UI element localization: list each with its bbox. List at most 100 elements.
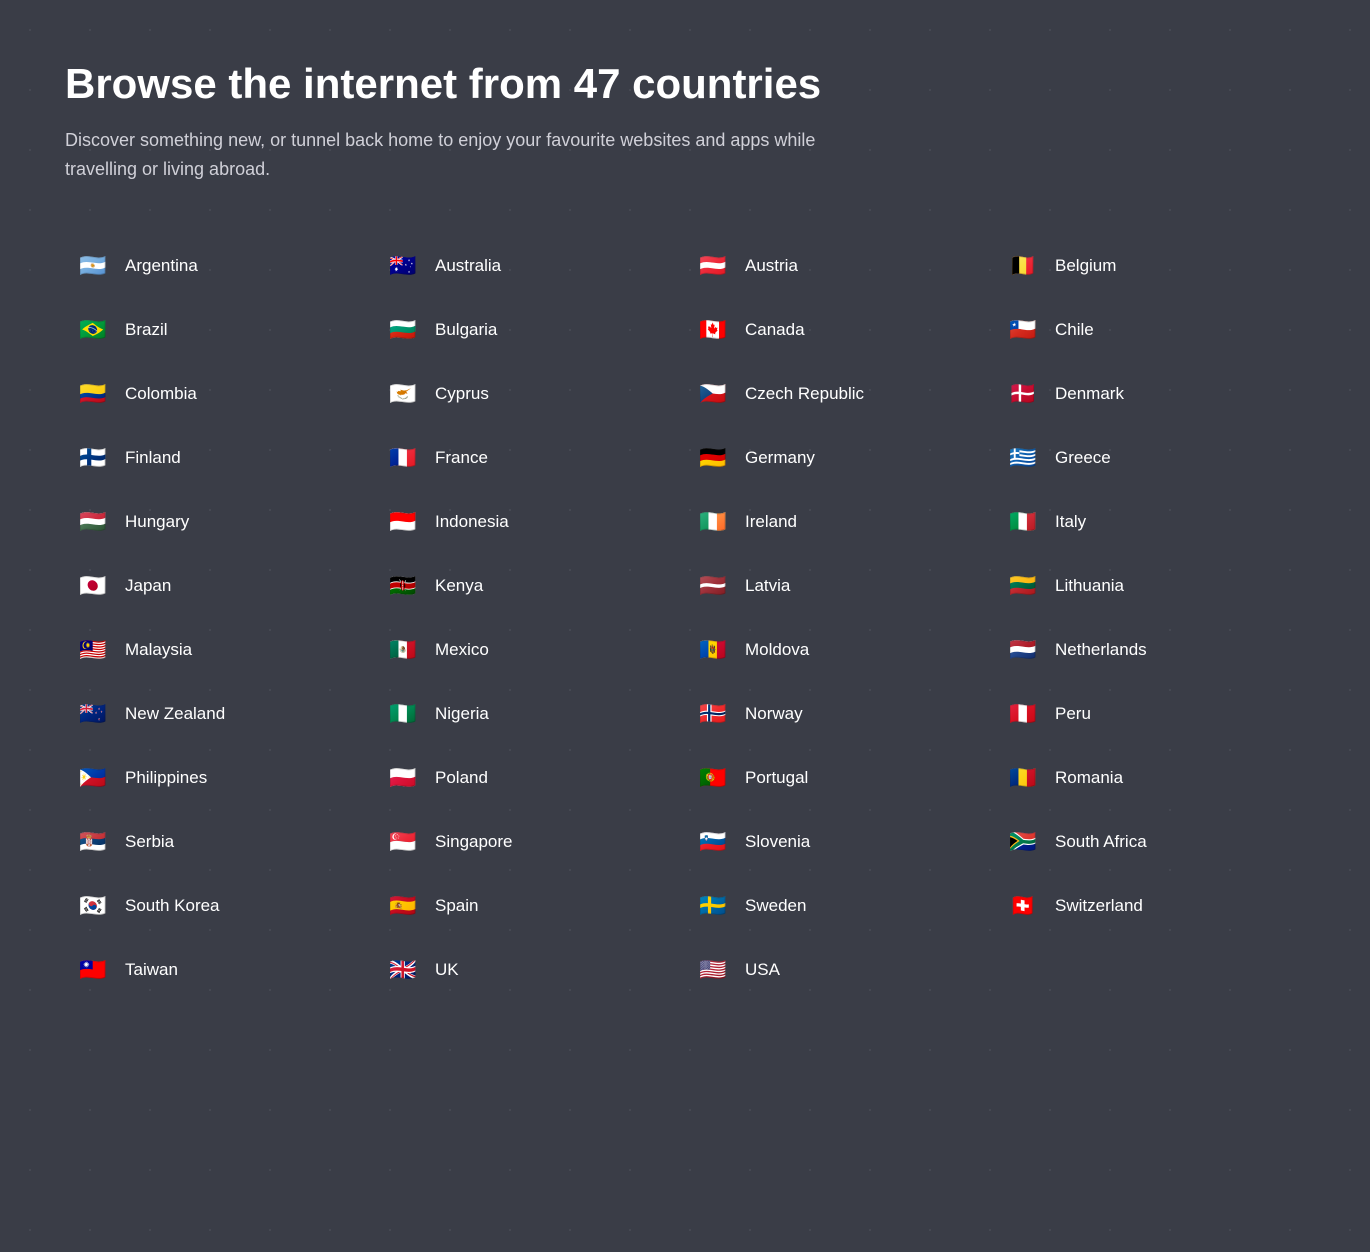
country-item[interactable]: 🇳🇿New Zealand — [65, 682, 375, 746]
country-item[interactable]: 🇯🇵 Japan — [65, 554, 375, 618]
country-item[interactable]: 🇿🇦South Africa — [995, 810, 1305, 874]
country-flag: 🇩🇰 — [1003, 380, 1043, 408]
country-flag: 🇨🇱 — [1003, 316, 1043, 344]
country-name: Switzerland — [1055, 896, 1143, 916]
country-name: Malaysia — [125, 640, 192, 660]
country-name: Lithuania — [1055, 576, 1124, 596]
country-name: Australia — [435, 256, 501, 276]
country-flag: 🇨🇭 — [1003, 892, 1043, 920]
country-item[interactable]: 🇵🇱 Poland — [375, 746, 685, 810]
country-item[interactable]: 🇦🇺 Australia — [375, 234, 685, 298]
country-flag: 🇨🇴 — [73, 380, 113, 408]
country-item[interactable]: 🇮🇩Indonesia — [375, 490, 685, 554]
country-item[interactable]: 🇫🇮 Finland — [65, 426, 375, 490]
country-item[interactable]: 🇲🇽Mexico — [375, 618, 685, 682]
country-flag: 🇧🇪 — [1003, 252, 1043, 280]
country-item[interactable]: 🇳🇬Nigeria — [375, 682, 685, 746]
country-item[interactable]: 🇲🇾 Malaysia — [65, 618, 375, 682]
country-flag: 🇦🇺 — [383, 252, 423, 280]
country-name: Mexico — [435, 640, 489, 660]
country-name: Taiwan — [125, 960, 178, 980]
country-item[interactable]: 🇵🇹Portugal — [685, 746, 995, 810]
country-item[interactable]: 🇨🇿Czech Republic — [685, 362, 995, 426]
country-flag: 🇿🇦 — [1003, 828, 1043, 856]
country-item[interactable]: 🇨🇾Cyprus — [375, 362, 685, 426]
country-flag: 🇲🇩 — [693, 636, 733, 664]
country-item[interactable]: 🇵🇭Philippines — [65, 746, 375, 810]
country-item[interactable]: 🇬🇧UK — [375, 938, 685, 1002]
country-item[interactable]: 🇭🇺 Hungary — [65, 490, 375, 554]
country-item[interactable]: 🇪🇸Spain — [375, 874, 685, 938]
country-flag: 🇦🇷 — [73, 252, 113, 280]
country-item[interactable]: 🇸🇬 Singapore — [375, 810, 685, 874]
country-name: Germany — [745, 448, 815, 468]
country-name: Japan — [125, 576, 171, 596]
country-name: USA — [745, 960, 780, 980]
country-name: Italy — [1055, 512, 1086, 532]
country-name: Romania — [1055, 768, 1123, 788]
country-item[interactable]: 🇷🇴 Romania — [995, 746, 1305, 810]
country-item[interactable]: 🇨🇴Colombia — [65, 362, 375, 426]
country-name: UK — [435, 960, 459, 980]
country-name: Denmark — [1055, 384, 1124, 404]
country-name: Finland — [125, 448, 181, 468]
country-flag: 🇳🇱 — [1003, 636, 1043, 664]
country-name: Portugal — [745, 768, 808, 788]
country-flag: 🇸🇬 — [383, 828, 423, 856]
country-flag: 🇲🇾 — [73, 636, 113, 664]
page-title: Browse the internet from 47 countries — [65, 60, 1305, 108]
country-item[interactable]: 🇮🇹Italy — [995, 490, 1305, 554]
country-item[interactable]: 🇸🇮Slovenia — [685, 810, 995, 874]
country-name: Kenya — [435, 576, 483, 596]
country-flag: 🇷🇸 — [73, 828, 113, 856]
country-item[interactable]: 🇳🇱Netherlands — [995, 618, 1305, 682]
country-item[interactable]: 🇫🇷France — [375, 426, 685, 490]
country-item[interactable]: 🇺🇸USA — [685, 938, 995, 1002]
country-name: Moldova — [745, 640, 809, 660]
country-item[interactable]: 🇱🇹Lithuania — [995, 554, 1305, 618]
country-item[interactable]: 🇰🇪Kenya — [375, 554, 685, 618]
country-item[interactable]: 🇨🇦Canada — [685, 298, 995, 362]
country-item[interactable]: 🇳🇴Norway — [685, 682, 995, 746]
country-item[interactable]: 🇮🇪Ireland — [685, 490, 995, 554]
country-flag: 🇷🇴 — [1003, 764, 1043, 792]
country-item[interactable]: 🇩🇰 Denmark — [995, 362, 1305, 426]
country-item[interactable]: 🇷🇸Serbia — [65, 810, 375, 874]
country-flag: 🇪🇸 — [383, 892, 423, 920]
country-item[interactable]: 🇰🇷 South Korea — [65, 874, 375, 938]
country-flag: 🇸🇮 — [693, 828, 733, 856]
country-name: France — [435, 448, 488, 468]
country-flag: 🇵🇱 — [383, 764, 423, 792]
country-name: Chile — [1055, 320, 1094, 340]
country-name: Singapore — [435, 832, 513, 852]
country-item[interactable]: 🇲🇩 Moldova — [685, 618, 995, 682]
country-flag: 🇱🇻 — [693, 572, 733, 600]
country-item[interactable]: 🇱🇻Latvia — [685, 554, 995, 618]
country-flag: 🇯🇵 — [73, 572, 113, 600]
country-name: Hungary — [125, 512, 189, 532]
country-flag: 🇰🇷 — [73, 892, 113, 920]
country-flag: 🇸🇪 — [693, 892, 733, 920]
country-item[interactable]: 🇸🇪Sweden — [685, 874, 995, 938]
country-item[interactable]: 🇵🇪Peru — [995, 682, 1305, 746]
country-item[interactable]: 🇨🇱 Chile — [995, 298, 1305, 362]
country-name: Poland — [435, 768, 488, 788]
country-name: Belgium — [1055, 256, 1116, 276]
country-name: Norway — [745, 704, 803, 724]
page-subtitle: Discover something new, or tunnel back h… — [65, 126, 865, 184]
country-item[interactable]: 🇧🇬Bulgaria — [375, 298, 685, 362]
country-flag: 🇫🇮 — [73, 444, 113, 472]
country-name: Austria — [745, 256, 798, 276]
country-name: Canada — [745, 320, 805, 340]
country-item[interactable]: 🇦🇹Austria — [685, 234, 995, 298]
country-item[interactable]: 🇬🇷Greece — [995, 426, 1305, 490]
country-item[interactable]: 🇹🇼Taiwan — [65, 938, 375, 1002]
country-flag: 🇭🇺 — [73, 508, 113, 536]
country-name: South Korea — [125, 896, 220, 916]
country-item[interactable]: 🇧🇪 Belgium — [995, 234, 1305, 298]
country-item[interactable]: 🇨🇭 Switzerland — [995, 874, 1305, 938]
country-item[interactable]: 🇧🇷Brazil — [65, 298, 375, 362]
country-name: Brazil — [125, 320, 168, 340]
country-item[interactable]: 🇩🇪Germany — [685, 426, 995, 490]
country-item[interactable]: 🇦🇷Argentina — [65, 234, 375, 298]
